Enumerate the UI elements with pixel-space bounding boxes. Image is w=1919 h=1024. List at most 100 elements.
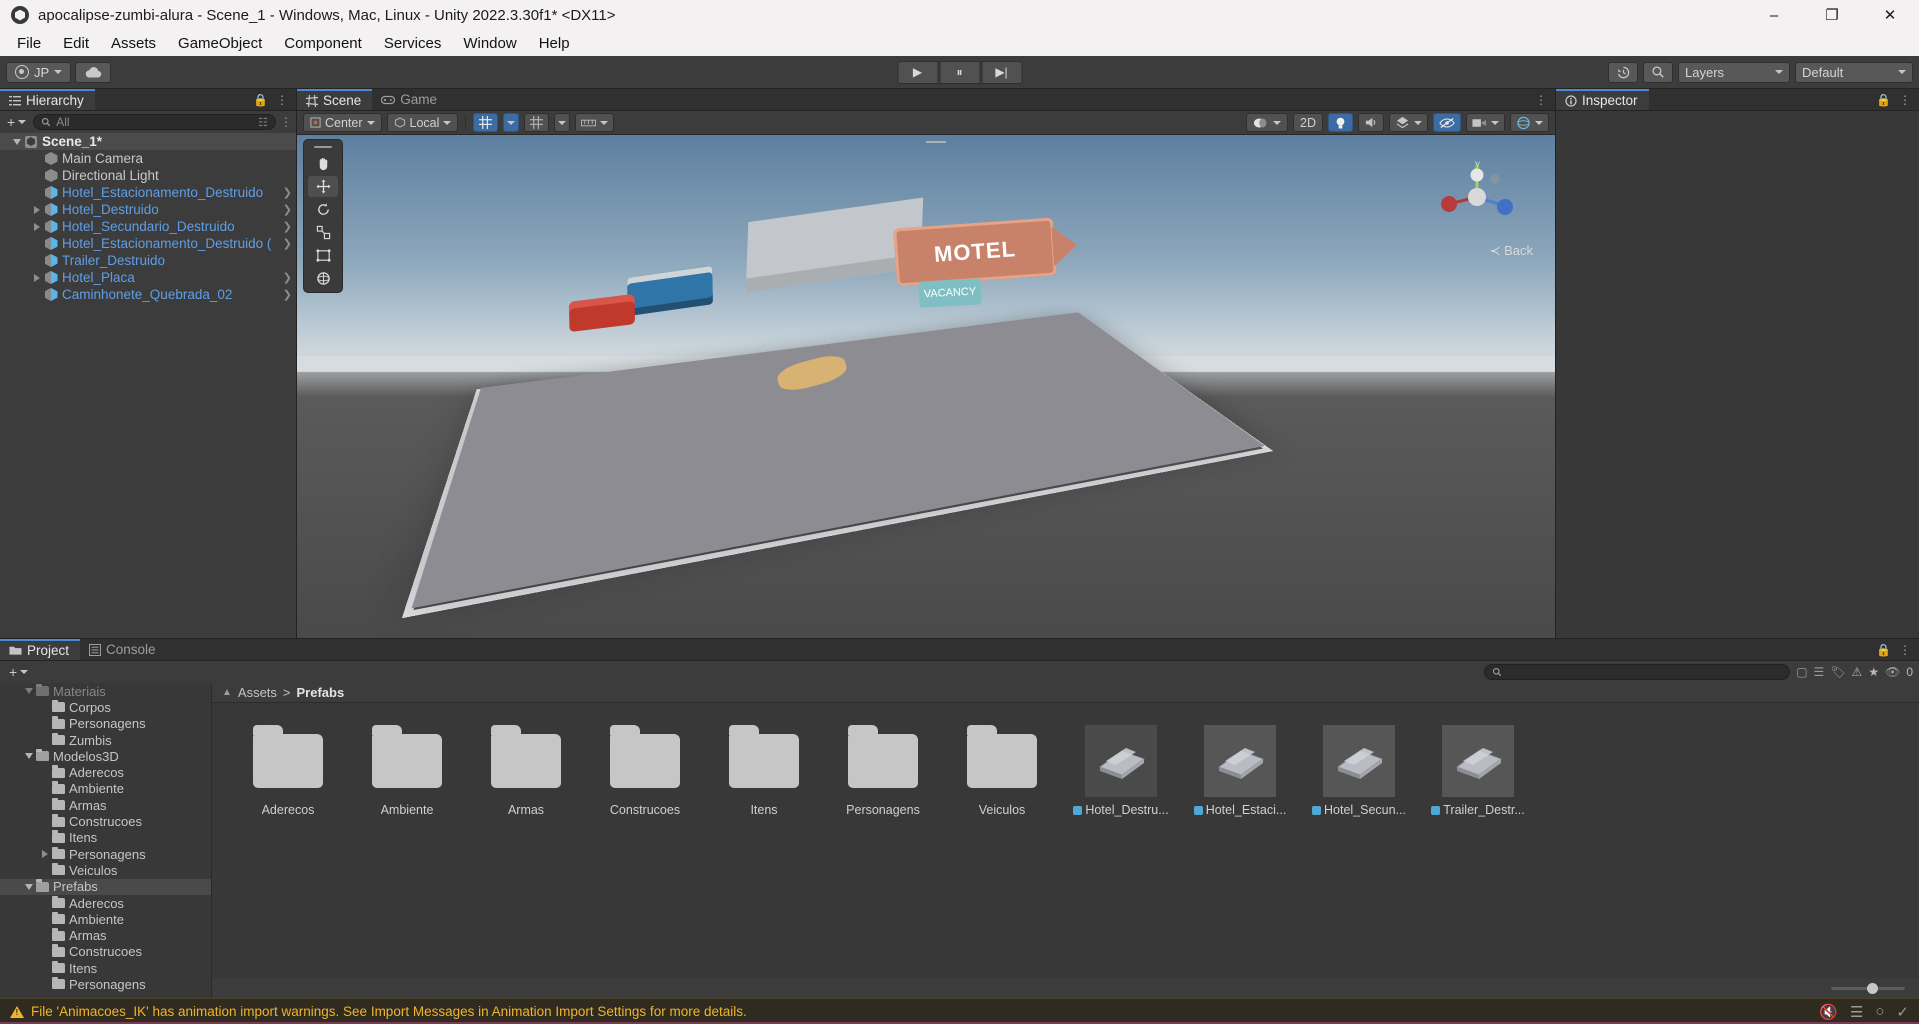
asset-folder-item[interactable]: Itens [716, 725, 812, 817]
move-tool-button[interactable] [308, 176, 338, 197]
project-tree-item[interactable]: Itens [0, 960, 211, 976]
breadcrumb-current[interactable]: Prefabs [297, 685, 345, 700]
project-folder-tree[interactable]: Materiais Corpos Personagens Zumbis Modelos3… [0, 683, 212, 998]
play-button[interactable]: ▶ [897, 60, 938, 84]
thumbnail-size-slider[interactable] [1831, 982, 1905, 994]
hierarchy-lock-icon[interactable]: 🔒 [253, 93, 268, 107]
grid-snap-toggle[interactable] [473, 113, 499, 132]
menu-assets[interactable]: Assets [100, 32, 167, 55]
hierarchy-twisty[interactable] [30, 222, 43, 231]
scene-menu-icon[interactable]: ⋮ [1535, 93, 1547, 107]
tab-scene[interactable]: Scene [297, 89, 373, 110]
inspector-lock-icon[interactable]: 🔒 [1876, 93, 1891, 107]
favorite-icon[interactable]: ★ [1868, 665, 1879, 679]
menu-window[interactable]: Window [452, 32, 527, 55]
maximize-button[interactable]: ❐ [1803, 0, 1861, 30]
hierarchy-twisty[interactable] [30, 273, 43, 282]
hierarchy-options-icon[interactable]: ⋮ [280, 115, 292, 129]
tab-project[interactable]: Project [0, 639, 81, 660]
snap-increment-dropdown[interactable] [554, 113, 571, 132]
project-asset-grid[interactable]: Aderecos Ambiente Armas Construcoes Itens Per… [212, 703, 1919, 978]
mute-audio-icon[interactable]: 🔇 [1819, 1003, 1838, 1021]
hierarchy-item[interactable]: Scene_1* [0, 133, 296, 150]
hierarchy-item[interactable]: Hotel_Placa ❯ [0, 269, 296, 286]
hierarchy-tree[interactable]: Scene_1* Main Camera Directional Light Hote… [0, 133, 296, 638]
asset-folder-item[interactable]: Aderecos [240, 725, 336, 817]
tab-game[interactable]: Game [372, 89, 449, 110]
check-status-icon[interactable]: ✓ [1896, 1003, 1909, 1021]
scene-gizmo-back-label[interactable]: ≺ Back [1490, 243, 1533, 259]
hierarchy-item[interactable]: Hotel_Estacionamento_Destruido ❯ [0, 184, 296, 201]
hierarchy-search-input[interactable]: All ☷ [33, 114, 276, 130]
layers-status-icon[interactable]: ☰ [1850, 1003, 1863, 1021]
project-tree-item[interactable]: Materiais [0, 683, 211, 699]
project-menu-icon[interactable]: ⋮ [1899, 643, 1911, 657]
grid-snap-dropdown[interactable] [503, 113, 520, 132]
ruler-toggle[interactable] [575, 113, 615, 132]
hierarchy-item[interactable]: Hotel_Secundario_Destruido ❯ [0, 218, 296, 235]
project-tree-item[interactable]: Aderecos [0, 895, 211, 911]
prefab-open-chevron-icon[interactable]: ❯ [283, 186, 292, 199]
close-button[interactable]: ✕ [1861, 0, 1919, 30]
project-tree-item[interactable]: Itens [0, 830, 211, 846]
asset-prefab-item[interactable]: Hotel_Estaci... [1192, 725, 1288, 817]
handle-dropdown[interactable]: Local [386, 113, 459, 132]
project-tree-item[interactable]: Construcoes [0, 813, 211, 829]
pivot-dropdown[interactable]: Center [303, 113, 382, 132]
menu-services[interactable]: Services [373, 32, 453, 55]
overlay-drag-handle[interactable] [314, 146, 332, 148]
project-tree-twisty[interactable] [38, 850, 52, 859]
project-tree-item[interactable]: Aderecos [0, 764, 211, 780]
project-tree-twisty[interactable] [22, 883, 36, 890]
project-tree-item[interactable]: Personagens [0, 716, 211, 732]
inspector-menu-icon[interactable]: ⋮ [1899, 93, 1911, 107]
prefab-open-chevron-icon[interactable]: ❯ [283, 288, 292, 301]
search-by-label-icon[interactable]: 🏷 [1830, 665, 1845, 679]
step-button[interactable]: ▶| [981, 60, 1022, 84]
project-tree-item[interactable]: Personagens [0, 976, 211, 992]
rotate-tool-button[interactable] [308, 199, 338, 220]
gizmos-toggle[interactable] [1510, 113, 1549, 132]
search-by-type-icon[interactable]: ☰ [1814, 665, 1825, 679]
snap-increment-toggle[interactable] [524, 113, 550, 132]
project-tree-item[interactable]: Personagens [0, 846, 211, 862]
hidden-objects-toggle[interactable] [1433, 113, 1461, 132]
status-bar[interactable]: File 'Animacoes_IK' has animation import… [0, 998, 1919, 1024]
visibility-icon[interactable]: 👁 [1885, 665, 1900, 679]
hierarchy-add-button[interactable]: + [4, 114, 29, 130]
asset-folder-item[interactable]: Ambiente [359, 725, 455, 817]
hierarchy-item[interactable]: Directional Light [0, 167, 296, 184]
hierarchy-twisty[interactable] [30, 205, 43, 214]
project-tree-twisty[interactable] [22, 753, 36, 760]
project-add-button[interactable]: + [6, 664, 31, 680]
view-2d-toggle[interactable]: 2D [1293, 113, 1323, 132]
pause-button[interactable]: ⏸ [939, 60, 980, 84]
menu-component[interactable]: Component [273, 32, 373, 55]
prefab-open-chevron-icon[interactable]: ❯ [283, 220, 292, 233]
project-tree-item[interactable]: Veiculos [0, 862, 211, 878]
tab-console[interactable]: Console [80, 639, 167, 660]
transform-tool-button[interactable] [308, 268, 338, 289]
project-tree-item[interactable]: Armas [0, 927, 211, 943]
hierarchy-item[interactable]: Caminhonete_Quebrada_02 ❯ [0, 286, 296, 303]
menu-edit[interactable]: Edit [52, 32, 100, 55]
cloud-button[interactable] [75, 61, 112, 83]
project-tree-item[interactable]: Modelos3D [0, 748, 211, 764]
hierarchy-item[interactable]: Hotel_Estacionamento_Destruido (❯ [0, 235, 296, 252]
menu-gameobject[interactable]: GameObject [167, 32, 273, 55]
project-search-save-icon[interactable]: ▢ [1796, 665, 1807, 679]
scene-view-gizmo[interactable]: y [1435, 153, 1519, 237]
project-tree-item[interactable]: Corpos [0, 699, 211, 715]
asset-folder-item[interactable]: Armas [478, 725, 574, 817]
project-tree-item[interactable]: Construcoes [0, 944, 211, 960]
hierarchy-item[interactable]: Trailer_Destruido [0, 252, 296, 269]
scene-lighting-toggle[interactable] [1328, 113, 1353, 132]
asset-prefab-item[interactable]: Hotel_Secun... [1311, 725, 1407, 817]
prefab-open-chevron-icon[interactable]: ❯ [283, 271, 292, 284]
prefab-open-chevron-icon[interactable]: ❯ [283, 237, 292, 250]
scene-fx-toggle[interactable] [1389, 113, 1428, 132]
collab-status-icon[interactable]: ○ [1875, 1003, 1884, 1020]
rect-tool-button[interactable] [308, 245, 338, 266]
scene-viewport[interactable]: MOTEL VACANCY y ≺ Back [297, 135, 1555, 638]
hierarchy-menu-icon[interactable]: ⋮ [276, 93, 288, 107]
